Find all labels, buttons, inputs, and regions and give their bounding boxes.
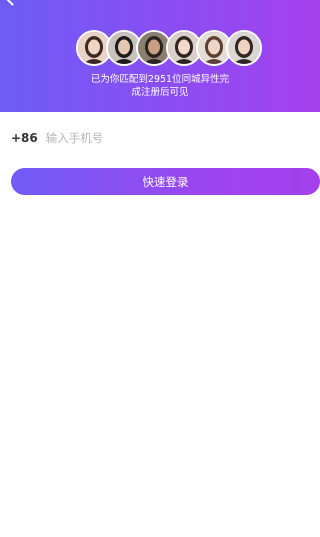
- phone-input[interactable]: [45, 131, 246, 145]
- match-message: 已为你匹配到2951位同城异性完 成注册后可见: [60, 73, 260, 99]
- match-message-line-1: 已为你匹配到2951位同城异性完: [90, 74, 230, 85]
- back-arrow-icon[interactable]: [2, 0, 20, 8]
- avatar: [226, 30, 262, 66]
- country-code[interactable]: +86: [11, 131, 38, 145]
- match-message-line-2: 成注册后可见: [131, 87, 189, 98]
- header-banner: 已为你匹配到2951位同城异性完 成注册后可见: [0, 0, 320, 112]
- phone-field-row: +86: [11, 128, 309, 148]
- avatar-group: [76, 30, 262, 66]
- avatar-photo: [228, 32, 260, 64]
- quick-login-button[interactable]: 快速登录: [11, 168, 320, 195]
